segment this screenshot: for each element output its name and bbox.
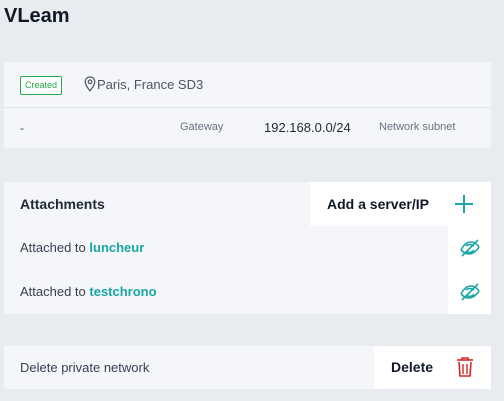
gateway-label: Gateway <box>180 121 224 133</box>
attachments-card: Attachments Add a server/IP Attached to … <box>4 182 491 314</box>
attachment-server-link[interactable]: luncheur <box>89 240 144 255</box>
unlink-icon <box>460 283 480 301</box>
network-status-row: Created Paris, France SD3 <box>4 62 491 108</box>
add-server-button[interactable]: Add a server/IP <box>310 182 491 226</box>
delete-network-text: Delete private network <box>20 360 150 375</box>
attachment-server-link[interactable]: testchrono <box>89 284 156 299</box>
attachment-row: Attached to luncheur <box>4 226 491 270</box>
plus-icon <box>455 195 473 213</box>
attachment-text: Attached to luncheur <box>20 240 144 255</box>
delete-button-label: Delete <box>391 359 434 375</box>
gateway-value: - <box>20 121 24 135</box>
add-server-label: Add a server/IP <box>327 196 429 212</box>
location-text: Paris, France SD3 <box>97 77 204 92</box>
network-details-row: - Gateway 192.168.0.0/24 Network subnet <box>4 108 491 148</box>
delete-button[interactable]: Delete <box>374 346 491 389</box>
map-pin-icon <box>84 76 96 92</box>
status-badge: Created <box>20 76 63 95</box>
subnet-label: Network subnet <box>379 121 456 133</box>
attachment-row: Attached to testchrono <box>4 270 491 314</box>
trash-icon <box>457 357 473 377</box>
page-title: VLeam <box>4 5 70 27</box>
attachment-prefix: Attached to <box>20 284 90 299</box>
attachments-title: Attachments <box>20 196 105 212</box>
attachment-text: Attached to testchrono <box>20 284 157 299</box>
attachment-prefix: Attached to <box>20 240 90 255</box>
delete-network-card: Delete private network Delete <box>4 346 491 389</box>
detach-button[interactable] <box>448 270 491 314</box>
detach-button[interactable] <box>448 226 491 270</box>
subnet-value: 192.168.0.0/24 <box>264 120 351 135</box>
unlink-icon <box>460 239 480 257</box>
network-info-card: Created Paris, France SD3 - Gateway 192.… <box>4 62 491 148</box>
